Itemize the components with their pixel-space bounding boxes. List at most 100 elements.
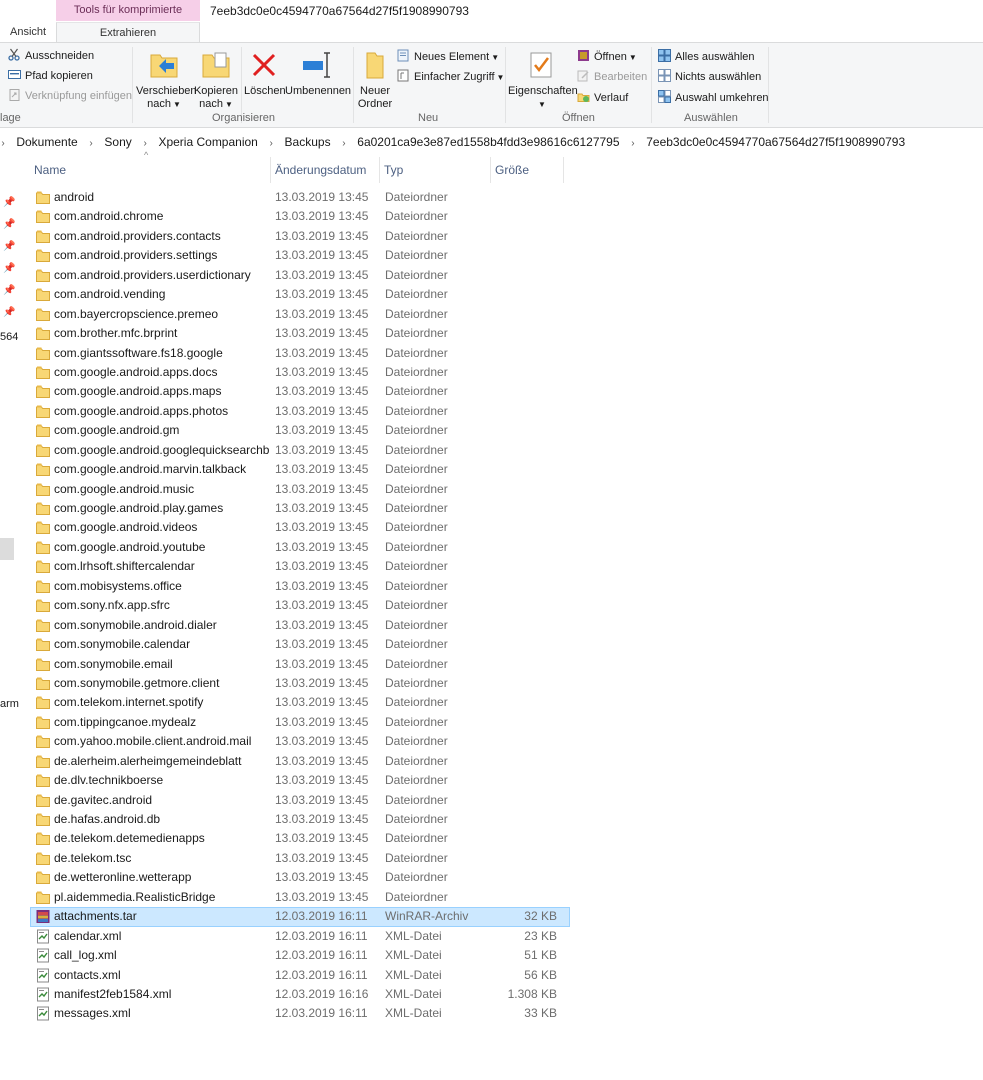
file-row[interactable]: com.yahoo.mobile.client.android.mail 13.0… (30, 732, 570, 751)
file-row[interactable]: com.google.android.gm 13.03.2019 13:45 Dat… (30, 421, 570, 440)
file-row[interactable]: de.hafas.android.db 13.03.2019 13:45 Datei… (30, 810, 570, 829)
pin-icon[interactable]: 📌 (3, 197, 15, 208)
context-tab-compressed-folder-tools[interactable]: Tools für komprimierte Ordner (56, 0, 200, 37)
file-row[interactable]: com.telekom.internet.spotify 13.03.2019 1… (30, 693, 570, 712)
breadcrumb-item[interactable]: Sony (104, 135, 131, 149)
file-row[interactable]: com.giantssoftware.fs18.google 13.03.2019… (30, 344, 570, 363)
file-row[interactable]: com.sonymobile.getmore.client 13.03.2019 … (30, 674, 570, 693)
file-row[interactable]: de.telekom.tsc 13.03.2019 13:45 Dateiordne… (30, 849, 570, 868)
file-type: Dateiordner (385, 539, 448, 554)
new-folder-button[interactable]: Neuer Ordner (356, 47, 394, 111)
file-size (491, 344, 557, 363)
group-divider (768, 47, 769, 123)
file-row[interactable]: pl.aidemmedia.RealisticBridge 13.03.2019 … (30, 888, 570, 907)
invert-selection-button[interactable]: Auswahl umkehren (658, 89, 769, 107)
file-row[interactable]: attachments.tar 12.03.2019 16:11 WinRAR-Ar… (30, 907, 570, 927)
copy-to-button[interactable]: Kopieren nach ▼ (193, 47, 239, 111)
breadcrumb-item[interactable]: Dokumente (16, 135, 77, 149)
file-row[interactable]: com.android.providers.userdictionary 13.0… (30, 266, 570, 285)
file-row[interactable]: com.android.chrome 13.03.2019 13:45 Dateio… (30, 207, 570, 226)
move-to-button[interactable]: Verschieben nach ▼ (136, 47, 197, 111)
nav-item-fragment[interactable]: 564 (0, 331, 18, 343)
file-row[interactable]: android 13.03.2019 13:45 Dateiordner (30, 188, 570, 207)
file-row[interactable]: com.bayercropscience.premeo 13.03.2019 13… (30, 305, 570, 324)
tab-extrahieren[interactable]: Extrahieren (56, 22, 200, 42)
file-row[interactable]: manifest2feb1584.xml 12.03.2019 16:16 XML-… (30, 985, 570, 1004)
file-row[interactable]: com.google.android.googlequicksearchb...… (30, 441, 570, 460)
file-row[interactable]: com.sony.nfx.app.sfrc 13.03.2019 13:45 Dat… (30, 596, 570, 615)
file-date: 12.03.2019 16:11 (275, 948, 368, 963)
pin-icon[interactable]: 📌 (3, 285, 15, 296)
file-row[interactable]: calendar.xml 12.03.2019 16:11 XML-Datei 23 … (30, 927, 570, 946)
file-row[interactable]: com.google.android.youtube 13.03.2019 13:… (30, 538, 570, 557)
file-row[interactable]: com.google.android.apps.maps 13.03.2019 1… (30, 382, 570, 401)
file-row[interactable]: com.sonymobile.email 13.03.2019 13:45 Date… (30, 655, 570, 674)
file-row[interactable]: com.sonymobile.android.dialer 13.03.2019 … (30, 616, 570, 635)
column-header-size[interactable]: Größe (491, 157, 564, 183)
pin-icon[interactable]: 📌 (3, 307, 15, 318)
chevron-down-icon: ▼ (491, 53, 500, 62)
column-header-name[interactable]: Name (30, 157, 271, 183)
copy-path-button[interactable]: Pfad kopieren (8, 67, 93, 85)
easy-access-button[interactable]: Einfacher Zugriff ▼ (397, 68, 504, 86)
file-row[interactable]: com.google.android.apps.photos 13.03.2019… (30, 402, 570, 421)
delete-button[interactable]: Löschen (244, 47, 286, 98)
file-row[interactable]: de.wetteronline.wetterapp 13.03.2019 13:4… (30, 868, 570, 887)
pin-icon[interactable]: 📌 (3, 241, 15, 252)
file-row[interactable]: de.telekom.detemedienapps 13.03.2019 13:4… (30, 829, 570, 848)
select-all-button[interactable]: Alles auswählen (658, 48, 755, 66)
rename-button[interactable]: Umbenennen (285, 47, 351, 98)
open-button[interactable]: Öffnen ▼ (577, 48, 637, 66)
new-folder-icon (366, 52, 384, 79)
breadcrumb-chevron-icon[interactable]: › (266, 133, 276, 153)
history-button[interactable]: Verlauf (577, 89, 628, 107)
file-row[interactable]: com.android.providers.settings 13.03.2019… (30, 246, 570, 265)
nav-item-fragment[interactable]: arm (0, 698, 19, 710)
file-row[interactable]: com.google.android.music 13.03.2019 13:45… (30, 480, 570, 499)
breadcrumb-chevron-icon[interactable]: › (628, 133, 638, 153)
breadcrumb-item-current[interactable]: 7eeb3dc0e0c4594770a67564d27f5f1908990793 (646, 135, 905, 149)
breadcrumb-item[interactable]: Backups (285, 135, 331, 149)
file-row[interactable]: com.google.android.videos 13.03.2019 13:4… (30, 518, 570, 537)
file-row[interactable]: com.google.android.play.games 13.03.2019 … (30, 499, 570, 518)
file-row[interactable]: com.google.android.apps.docs 13.03.2019 1… (30, 363, 570, 382)
file-row[interactable]: de.gavitec.android 13.03.2019 13:45 Dateio… (30, 791, 570, 810)
file-row[interactable]: de.alerheim.alerheimgemeindeblatt 13.03.2… (30, 752, 570, 771)
properties-button[interactable]: Eigenschaften ▼ (508, 47, 578, 111)
pin-icon[interactable]: 📌 (3, 263, 15, 274)
file-row[interactable]: de.dlv.technikboerse 13.03.2019 13:45 Date… (30, 771, 570, 790)
paste-shortcut-button[interactable]: Verknüpfung einfügen (8, 87, 132, 105)
file-row[interactable]: com.android.vending 13.03.2019 13:45 Datei… (30, 285, 570, 304)
breadcrumb-item[interactable]: 6a0201ca9e3e87ed1558b4fdd3e98616c6127795 (357, 135, 619, 149)
file-row[interactable]: contacts.xml 12.03.2019 16:11 XML-Datei 56 … (30, 966, 570, 985)
file-row[interactable]: messages.xml 12.03.2019 16:11 XML-Datei 33 … (30, 1004, 570, 1023)
file-name: com.google.android.music (54, 481, 195, 496)
tab-ansicht[interactable]: Ansicht (10, 22, 46, 42)
file-row[interactable]: com.sonymobile.calendar 13.03.2019 13:45 D… (30, 635, 570, 654)
file-type: Dateiordner (385, 656, 448, 671)
file-size (491, 732, 557, 751)
breadcrumb-chevron-icon[interactable]: › (86, 133, 96, 153)
column-header-type[interactable]: Typ (380, 157, 491, 183)
file-row[interactable]: call_log.xml 12.03.2019 16:11 XML-Datei 51 … (30, 946, 570, 965)
new-item-button[interactable]: Neues Element ▼ (397, 48, 499, 66)
edit-button[interactable]: Bearbeiten (577, 68, 647, 86)
file-name: contacts.xml (54, 967, 121, 982)
breadcrumb-item[interactable]: Xperia Companion (158, 135, 257, 149)
file-name: com.sonymobile.email (54, 656, 173, 671)
file-row[interactable]: com.lrhsoft.shiftercalendar 13.03.2019 13… (30, 557, 570, 576)
cut-button[interactable]: Ausschneiden (8, 47, 94, 65)
pin-icon[interactable]: 📌 (3, 219, 15, 230)
file-row[interactable]: com.tippingcanoe.mydealz 13.03.2019 13:45… (30, 713, 570, 732)
breadcrumb-chevron-icon[interactable]: › (339, 133, 349, 153)
file-row[interactable]: com.google.android.marvin.talkback 13.03.… (30, 460, 570, 479)
file-type: Dateiordner (385, 734, 448, 749)
file-row[interactable]: com.android.providers.contacts 13.03.2019… (30, 227, 570, 246)
file-size (491, 557, 557, 576)
select-none-button[interactable]: Nichts auswählen (658, 68, 761, 86)
file-row[interactable]: com.brother.mfc.brprint 13.03.2019 13:45 D… (30, 324, 570, 343)
nav-item-selected[interactable] (0, 538, 14, 560)
file-row[interactable]: com.mobisystems.office 13.03.2019 13:45 Da… (30, 577, 570, 596)
column-header-date[interactable]: Änderungsdatum (271, 157, 380, 183)
file-date: 13.03.2019 13:45 (275, 423, 369, 438)
